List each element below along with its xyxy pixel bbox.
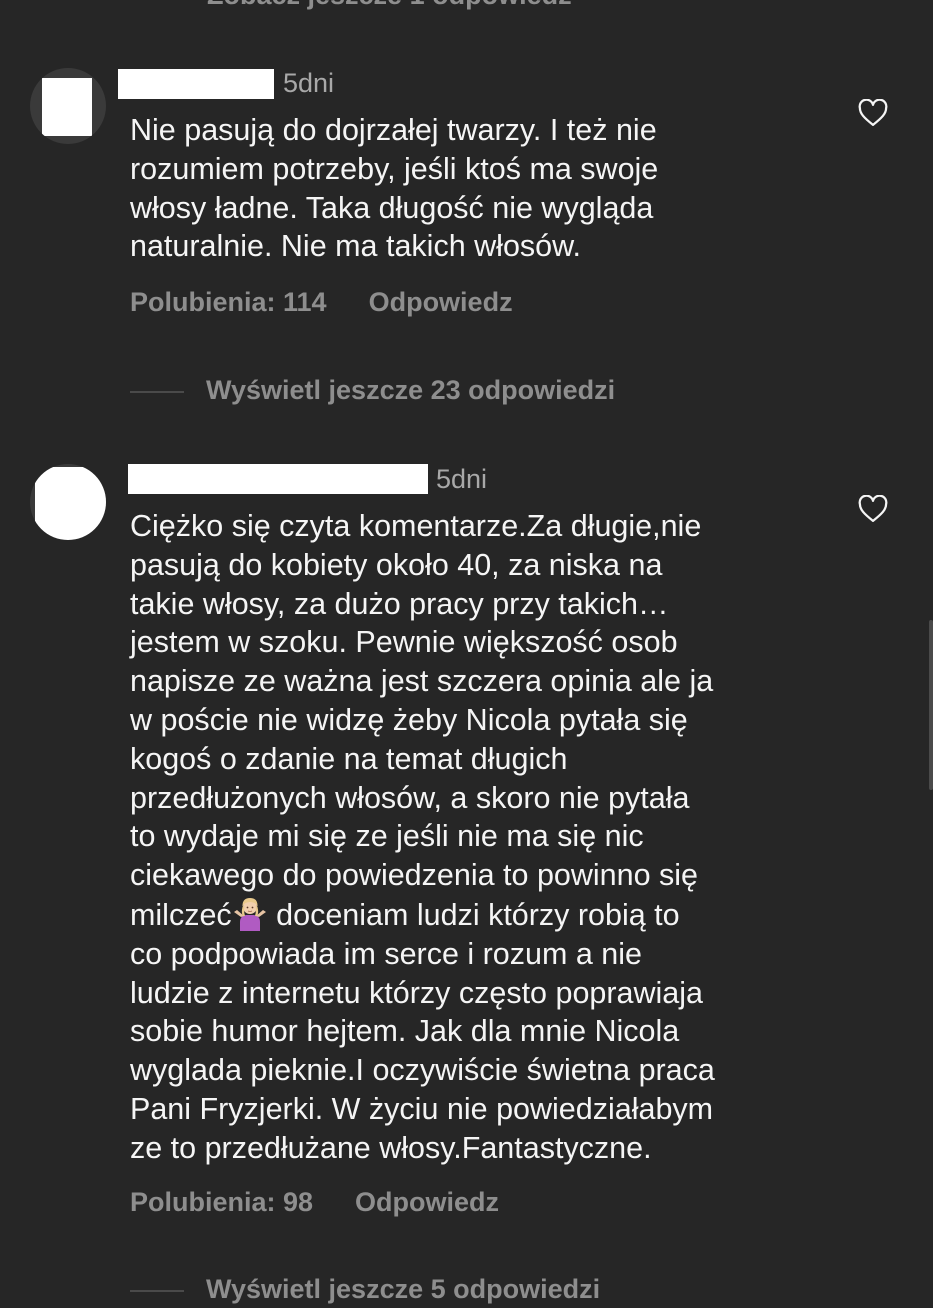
username-redaction[interactable] <box>128 464 428 494</box>
comment-line: milczeć doceniam ludzi którzy robią to <box>130 897 680 932</box>
view-more-replies-label: Wyświetl jeszcze 23 odpowiedzi <box>206 375 616 405</box>
comment-line: sobie humor hejtem. Jak dla mnie Nicola <box>130 1014 680 1049</box>
reply-button[interactable]: Odpowiedz <box>369 287 513 318</box>
comment-line: takie włosy, za dużo pracy przy takich… <box>130 586 669 621</box>
avatar[interactable] <box>30 464 106 540</box>
comment-line: ciekawego do powiedzenia to powinno się <box>130 858 699 893</box>
avatar-redaction <box>42 78 92 136</box>
comment-line: jestem w szoku. Pewnie większość osob <box>130 625 678 660</box>
comment-timestamp: 5dni <box>436 464 488 494</box>
comment-line: włosy ładne. Taka długość nie wygląda <box>130 190 654 225</box>
heart-outline-icon[interactable] <box>858 99 888 127</box>
username-redaction[interactable] <box>118 69 274 99</box>
replies-divider-line <box>130 390 184 393</box>
comment-timestamp: 5dni <box>283 68 335 98</box>
view-more-replies-button[interactable]: Wyświetl jeszcze 23 odpowiedzi <box>130 375 615 409</box>
comment-line: przedłużonych włosów, a skoro nie pytała <box>130 780 690 815</box>
comment-line: napisze ze ważna jest szczera opinia ale… <box>130 664 714 699</box>
comment-text: Ciężko się czyta komentarze.Za długie,ni… <box>130 507 830 1168</box>
comment-actions: Polubienia: 98 Odpowiedz <box>130 1187 499 1218</box>
comment-line: kogoś o zdanie na temat długich <box>130 741 568 776</box>
reply-button[interactable]: Odpowiedz <box>355 1187 499 1218</box>
avatar[interactable] <box>30 68 106 144</box>
person-shrugging-emoji <box>233 897 266 931</box>
comment-line-end: doceniam ludzi którzy robią to <box>267 897 680 932</box>
comment-line: ze to przedłużane włosy.Fantastyczne. <box>130 1130 652 1165</box>
comment-line: ludzie z internetu którzy często poprawi… <box>130 975 704 1010</box>
comment-line: to wydaje mi się ze jeśli nie ma się nic <box>130 819 644 854</box>
view-more-replies-link[interactable]: Zobacz jeszcze 1 odpowiedź <box>207 0 572 11</box>
likes-count[interactable]: Polubienia: 98 <box>130 1187 313 1218</box>
comment-line: naturalnie. Nie ma takich włosów. <box>130 229 581 264</box>
heart-outline-icon[interactable] <box>858 495 888 523</box>
comment-line: Nie pasują do dojrzałej twarzy. I też ni… <box>130 113 657 147</box>
avatar-redaction <box>35 467 106 540</box>
comment-line: w poście nie widzę żeby Nicola pytała si… <box>130 702 688 737</box>
scrollbar[interactable] <box>929 620 933 790</box>
comment-line: Pani Fryzjerki. W życiu nie powiedziałab… <box>130 1091 714 1126</box>
view-more-replies-button[interactable]: Wyświetl jeszcze 5 odpowiedzi <box>130 1274 600 1308</box>
view-more-replies-label: Wyświetl jeszcze 5 odpowiedzi <box>206 1274 601 1304</box>
comment-actions: Polubienia: 114 Odpowiedz <box>130 287 513 318</box>
replies-divider-line <box>130 1289 184 1292</box>
likes-count[interactable]: Polubienia: 114 <box>130 287 327 318</box>
comment-line: wyglada pieknie.I oczywiście świetna pra… <box>130 1053 715 1088</box>
comment-line: pasują do kobiety około 40, za niska na <box>130 547 663 582</box>
comment-text: Nie pasują do dojrzałej twarzy. I też ni… <box>130 111 830 266</box>
comment-line: rozumiem potrzeby, jeśli ktoś ma swoje <box>130 151 659 186</box>
comment-line: co podpowiada im serce i rozum a nie <box>130 936 642 971</box>
comment-line-start: milczeć <box>130 897 232 932</box>
comment-line: Ciężko się czyta komentarze.Za długie,ni… <box>130 509 702 543</box>
